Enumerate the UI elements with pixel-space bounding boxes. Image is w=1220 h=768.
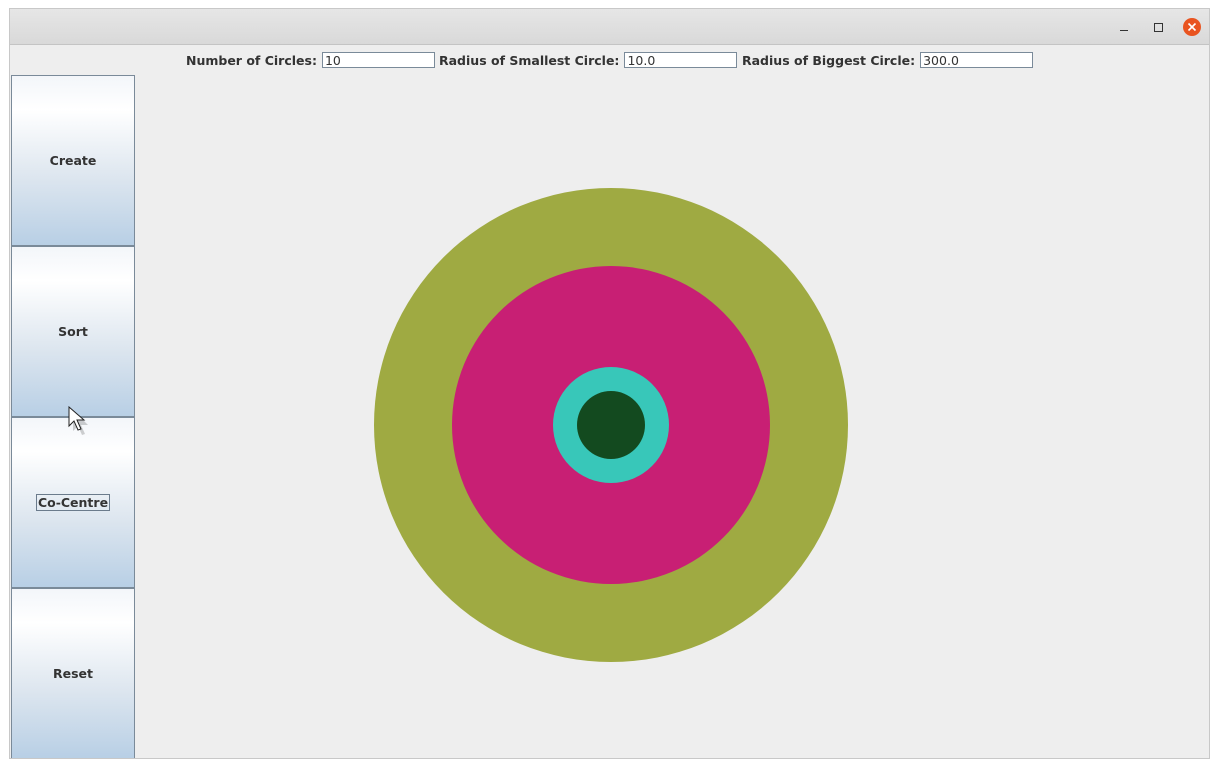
co-centre-button[interactable]: Co-Centre (11, 417, 135, 588)
close-button[interactable] (1183, 18, 1201, 36)
num-circles-label: Number of Circles: (186, 52, 317, 68)
num-circles-group: Number of Circles: (186, 51, 435, 69)
circle-inner (577, 391, 645, 459)
sort-button-label: Sort (58, 324, 88, 339)
maximize-button[interactable] (1149, 18, 1167, 36)
reset-button-label: Reset (53, 666, 93, 681)
smallest-radius-group: Radius of Smallest Circle: (439, 51, 738, 69)
sidebar: Create Sort Co-Centre Reset (10, 74, 136, 758)
create-button[interactable]: Create (11, 75, 135, 246)
biggest-radius-input[interactable] (920, 52, 1034, 68)
smallest-radius-input[interactable] (624, 52, 738, 68)
biggest-radius-group: Radius of Biggest Circle: (742, 51, 1034, 69)
maximize-icon (1153, 22, 1163, 32)
create-button-label: Create (49, 153, 97, 168)
circles-svg (374, 188, 848, 662)
sort-button[interactable]: Sort (11, 246, 135, 417)
co-centre-button-label: Co-Centre (35, 494, 111, 511)
minimize-button[interactable] (1115, 18, 1133, 36)
biggest-radius-label: Radius of Biggest Circle: (742, 52, 916, 68)
parameters-toolbar: Number of Circles: Radius of Smallest Ci… (10, 45, 1209, 75)
minimize-icon (1120, 29, 1128, 31)
title-bar (10, 9, 1209, 45)
close-icon (1183, 18, 1201, 36)
reset-button[interactable]: Reset (11, 588, 135, 758)
app-window: Number of Circles: Radius of Smallest Ci… (9, 8, 1210, 759)
drawing-canvas[interactable] (136, 74, 1209, 758)
num-circles-input[interactable] (321, 52, 435, 68)
smallest-radius-label: Radius of Smallest Circle: (439, 52, 620, 68)
